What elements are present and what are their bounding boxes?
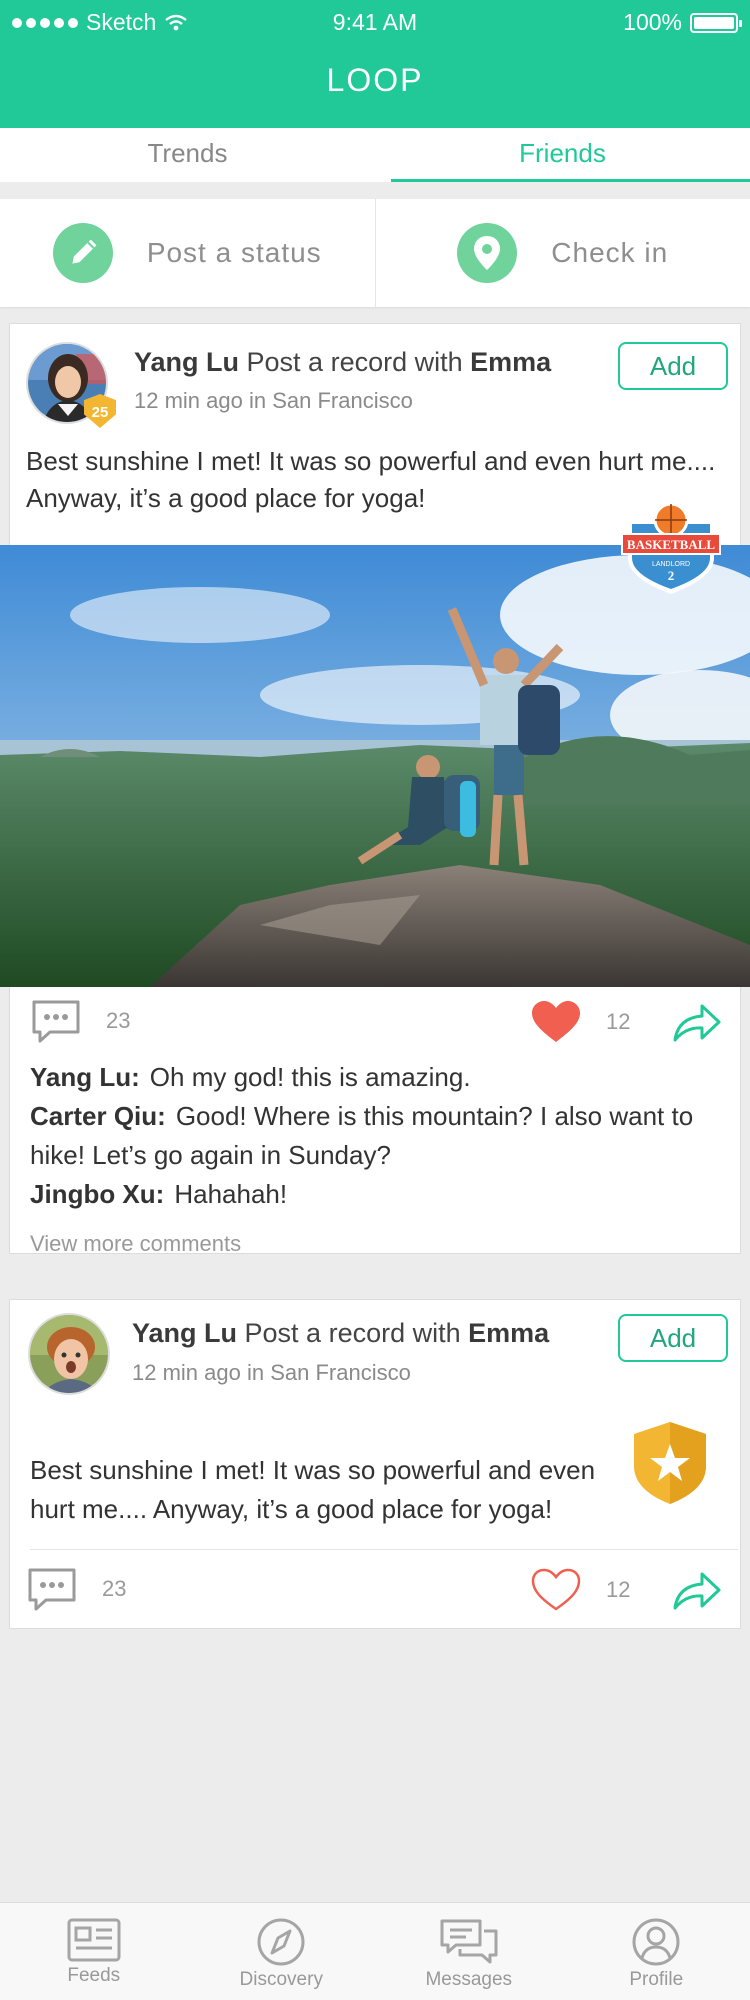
check-in-label: Check in [551, 237, 669, 268]
tab-trends[interactable]: Trends [0, 128, 375, 182]
comment-button[interactable]: 23 [26, 1566, 126, 1612]
bottom-nav: Feeds Discovery Messages Profile [0, 1902, 750, 2000]
view-more-comments-link[interactable]: View more comments [30, 1231, 241, 1257]
feeds-icon [67, 1918, 121, 1962]
tab-friends[interactable]: Friends [375, 128, 750, 182]
heart-filled-icon [532, 1001, 580, 1042]
location-pin-icon [457, 223, 518, 283]
comment-item: Yang Lu: Oh my god! this is amazing. [30, 1058, 730, 1097]
author-avatar[interactable]: 25 [26, 342, 116, 428]
comment-item: Jingbo Xu: Hahahah! [30, 1175, 730, 1214]
share-icon [673, 1572, 721, 1610]
badge-line2: LANDLORD [652, 561, 690, 568]
avatar [28, 1313, 110, 1395]
battery-icon [690, 12, 742, 33]
like-button[interactable]: 12 [530, 1568, 630, 1612]
nav-label: Discovery [239, 1969, 323, 1990]
post-status-label: Post a status [146, 237, 322, 268]
nav-label: Profile [629, 1969, 684, 1990]
comment-icon [32, 1000, 80, 1043]
share-button[interactable] [672, 1571, 722, 1616]
post-action-text: Post a record with [244, 1318, 461, 1348]
comment-author[interactable]: Yang Lu: [30, 1062, 140, 1092]
status-right: 100% [623, 9, 742, 36]
comment-author[interactable]: Jingbo Xu: [30, 1179, 164, 1209]
pencil-icon [52, 223, 113, 283]
nav-item-discovery[interactable]: Discovery [188, 1903, 376, 2000]
divider [30, 1549, 738, 1550]
compass-icon [257, 1918, 305, 1966]
comment-button[interactable]: 23 [30, 998, 130, 1044]
share-button[interactable] [672, 1003, 722, 1048]
badge-line1: BASKETBALL [627, 537, 715, 552]
profile-icon [632, 1918, 680, 1966]
comment-item: Carter Qiu: Good! Where is this mountain?… [30, 1097, 730, 1175]
comment-text: Hahahah! [174, 1179, 288, 1209]
author-name[interactable]: Yang Lu [134, 347, 239, 377]
heart-outline-icon [531, 1568, 581, 1611]
like-count: 12 [606, 1009, 631, 1034]
share-icon [673, 1004, 721, 1042]
basketball-badge: BASKETBALL LANDLORD 2 [618, 500, 724, 596]
nav-item-messages[interactable]: Messages [375, 1903, 563, 2000]
comment-icon [28, 1568, 76, 1611]
comment-count: 23 [102, 1576, 127, 1601]
partner-name[interactable]: Emma [470, 347, 551, 377]
star-shield-icon [632, 1420, 708, 1506]
status-bar: Sketch 9:41 AM 100% [0, 0, 750, 44]
like-count: 12 [606, 1577, 631, 1602]
app-title: LOOP [326, 62, 424, 98]
author-avatar[interactable] [28, 1313, 110, 1395]
author-name[interactable]: Yang Lu [132, 1318, 237, 1348]
post-title: Yang Lu Post a record with Emma [134, 347, 551, 378]
post-meta: 12 min ago in San Francisco [134, 388, 413, 413]
add-friend-button[interactable]: Add [618, 1314, 728, 1362]
feed-tabs: Trends Friends [0, 128, 750, 182]
app-header: Sketch 9:41 AM 100% LOOP [0, 0, 750, 128]
quick-actions: Post a status Check in [0, 199, 750, 307]
post-title: Yang Lu Post a record with Emma [132, 1318, 549, 1349]
comment-list: Yang Lu: Oh my god! this is amazing. Cart… [30, 1058, 730, 1214]
post-action-text: Post a record with [246, 347, 463, 377]
partner-name[interactable]: Emma [468, 1318, 549, 1348]
battery-percent: 100% [623, 9, 682, 35]
post-photo[interactable] [0, 545, 750, 987]
comment-author[interactable]: Carter Qiu: [30, 1101, 166, 1131]
nav-item-profile[interactable]: Profile [563, 1903, 750, 2000]
nav-item-feeds[interactable]: Feeds [0, 1903, 188, 2000]
add-friend-button[interactable]: Add [618, 342, 728, 390]
nav-label: Feeds [67, 1965, 121, 1986]
comment-count: 23 [106, 1008, 131, 1033]
badge-line3: 2 [668, 568, 675, 583]
nav-label: Messages [425, 1969, 513, 1990]
comment-text: Oh my god! this is amazing. [149, 1062, 471, 1092]
check-in-button[interactable]: Check in [374, 199, 750, 307]
post-text: Best sunshine I met! It was so powerful … [30, 1455, 596, 1524]
like-button[interactable]: 12 [530, 1000, 630, 1044]
post-status-button[interactable]: Post a status [0, 199, 375, 307]
post-meta: 12 min ago in San Francisco [132, 1360, 411, 1385]
messages-icon [440, 1919, 498, 1964]
